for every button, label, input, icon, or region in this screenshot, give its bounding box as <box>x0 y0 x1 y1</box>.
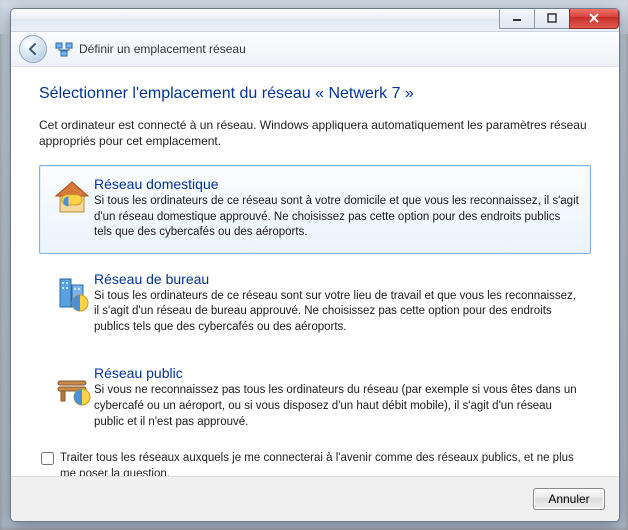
option-desc: Si tous les ordinateurs de ce réseau son… <box>94 194 580 241</box>
footer: Annuler <box>11 476 619 521</box>
option-desc: Si vous ne reconnaissez pas tous les ord… <box>94 383 580 430</box>
network-icon <box>55 41 73 57</box>
option-title: Réseau domestique <box>94 176 580 192</box>
header-title: Définir un emplacement réseau <box>79 42 246 56</box>
treat-future-checkbox[interactable] <box>41 452 54 465</box>
option-work-network[interactable]: Réseau de bureau Si tous les ordinateurs… <box>39 260 591 349</box>
option-desc: Si tous les ordinateurs de ce réseau son… <box>94 289 580 336</box>
option-home-network[interactable]: Réseau domestique Si tous les ordinateur… <box>39 165 591 254</box>
public-network-icon <box>50 365 94 430</box>
option-public-network[interactable]: Réseau public Si vous ne reconnaissez pa… <box>39 354 591 443</box>
back-button[interactable] <box>19 35 47 63</box>
dialog-window: Définir un emplacement réseau Sélectionn… <box>10 8 620 522</box>
intro-text: Cet ordinateur est connecté à un réseau.… <box>39 117 591 149</box>
titlebar <box>11 9 619 32</box>
header-bar: Définir un emplacement réseau <box>11 32 619 67</box>
option-title: Réseau public <box>94 365 580 381</box>
option-title: Réseau de bureau <box>94 271 580 287</box>
work-network-icon <box>50 271 94 336</box>
maximize-button[interactable] <box>534 8 570 29</box>
arrow-left-icon <box>26 42 40 56</box>
cancel-button[interactable]: Annuler <box>533 488 605 510</box>
minimize-button[interactable] <box>499 8 535 29</box>
home-network-icon <box>50 176 94 241</box>
page-heading: Sélectionner l'emplacement du réseau « N… <box>39 85 591 103</box>
close-button[interactable] <box>569 8 619 29</box>
